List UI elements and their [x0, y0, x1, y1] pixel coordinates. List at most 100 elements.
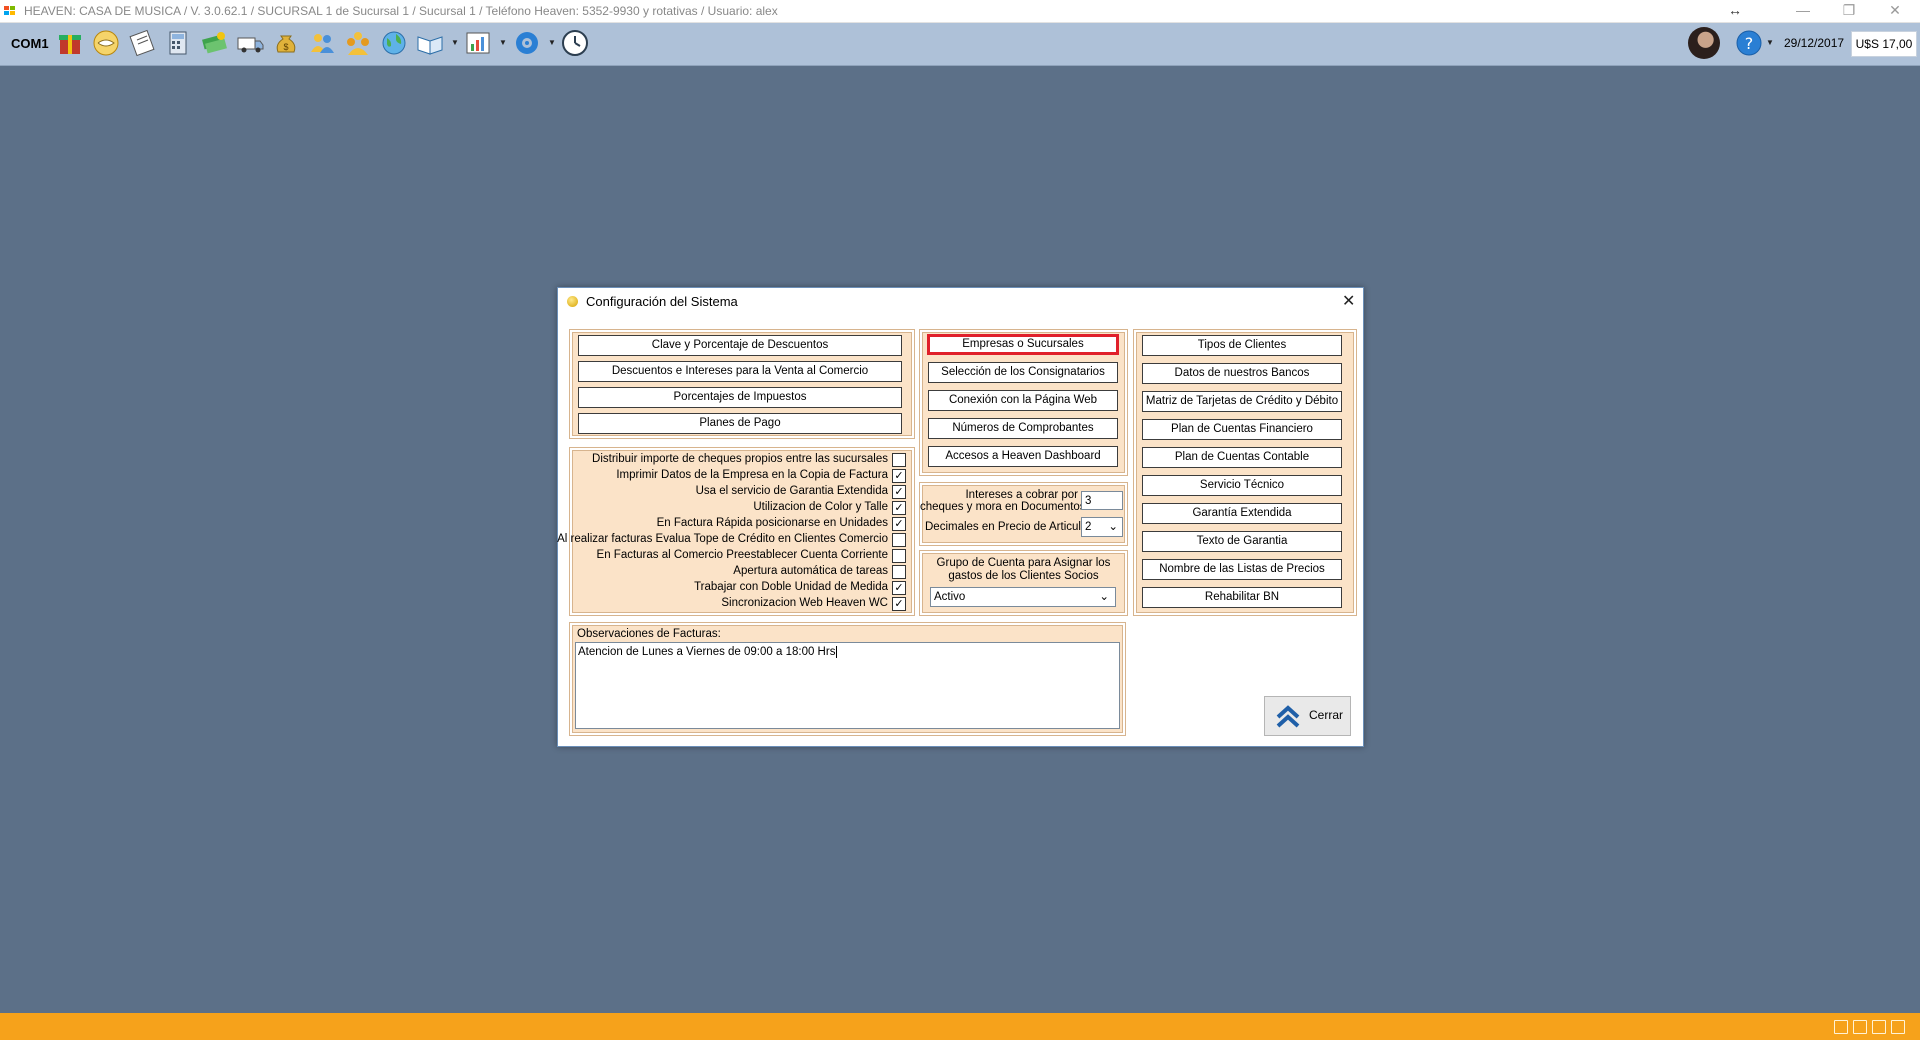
- svg-text:?: ?: [1745, 34, 1754, 53]
- minimize-button[interactable]: —: [1780, 0, 1826, 22]
- chart-dropdown-icon[interactable]: ▼: [499, 38, 507, 47]
- clients-config-panel: Tipos de Clientes Datos de nuestros Banc…: [1133, 329, 1357, 616]
- options-panel: Distribuir importe de cheques propios en…: [557, 447, 915, 616]
- dialog-title: Configuración del Sistema: [586, 294, 738, 309]
- option-checkbox[interactable]: ✓: [892, 597, 906, 611]
- taxes-button[interactable]: Porcentajes de Impuestos: [578, 387, 902, 408]
- current-date: 29/12/2017: [1784, 36, 1845, 50]
- chevron-down-icon: ⌄: [1099, 591, 1109, 603]
- window-title: HEAVEN: CASA DE MUSICA / V. 3.0.62.1 / S…: [24, 4, 778, 18]
- client-types-button[interactable]: Tipos de Clientes: [1142, 335, 1342, 356]
- company-panel: Empresas o Sucursales Selección de los C…: [919, 329, 1128, 476]
- option-row: Distribuir importe de cheques propios en…: [592, 453, 888, 465]
- option-checkbox[interactable]: [892, 549, 906, 563]
- restore-button[interactable]: ❐: [1826, 0, 1872, 22]
- option-checkbox[interactable]: ✓: [892, 517, 906, 531]
- bank-data-button[interactable]: Datos de nuestros Bancos: [1142, 363, 1342, 384]
- technical-service-button[interactable]: Servicio Técnico: [1142, 475, 1342, 496]
- option-row: Imprimir Datos de la Empresa en la Copia…: [616, 469, 888, 481]
- dialog-close-button[interactable]: ✕: [1342, 291, 1355, 311]
- option-row: En Facturas al Comercio Preestablecer Cu…: [596, 549, 888, 561]
- settings-dropdown-icon[interactable]: ▼: [548, 38, 556, 47]
- commerce-discounts-button[interactable]: Descuentos e Intereses para la Venta al …: [578, 361, 902, 382]
- option-row: En Factura Rápida posicionarse en Unidad…: [656, 517, 888, 529]
- warranty-text-button[interactable]: Texto de Garantia: [1142, 531, 1342, 552]
- option-row: Usa el servicio de Garantia Extendida: [695, 485, 888, 497]
- interest-input[interactable]: 3: [1081, 491, 1123, 510]
- decimals-label: Decimales en Precio de Articulos: [925, 521, 1094, 533]
- dashboard-access-button[interactable]: Accesos a Heaven Dashboard: [928, 446, 1118, 467]
- chevron-down-icon: ⌄: [1108, 521, 1118, 533]
- account-group-label: Grupo de Cuenta para Asignar los gastos d…: [936, 557, 1111, 582]
- consignees-button[interactable]: Selección de los Consignatarios: [928, 362, 1118, 383]
- receipt-numbers-button[interactable]: Números de Comprobantes: [928, 418, 1118, 439]
- option-checkbox[interactable]: [892, 565, 906, 579]
- handshake-icon[interactable]: [91, 28, 121, 58]
- option-checkbox[interactable]: ✓: [892, 485, 906, 499]
- close-dialog-button[interactable]: Cerrar: [1264, 696, 1351, 736]
- financial-accounts-button[interactable]: Plan de Cuentas Financiero: [1142, 419, 1342, 440]
- extended-warranty-button[interactable]: Garantía Extendida: [1142, 503, 1342, 524]
- config-dialog: Configuración del Sistema ✕ Clave y Porc…: [557, 287, 1364, 747]
- observations-label: Observaciones de Facturas:: [577, 628, 721, 640]
- settings-icon[interactable]: [512, 28, 542, 58]
- calculator-icon[interactable]: [163, 28, 193, 58]
- window-close-button[interactable]: ✕: [1872, 0, 1918, 22]
- globe-icon[interactable]: [379, 28, 409, 58]
- price-lists-button[interactable]: Nombre de las Listas de Precios: [1142, 559, 1342, 580]
- gift-icon[interactable]: [55, 28, 85, 58]
- status-bar: [0, 1013, 1920, 1040]
- decimals-select[interactable]: 2 ⌄: [1081, 517, 1123, 537]
- app-logo-icon: [4, 6, 16, 16]
- status-mail-icon[interactable]: [1853, 1020, 1867, 1034]
- option-row: Sincronizacion Web Heaven WC: [721, 597, 888, 609]
- observations-textarea[interactable]: Atencion de Lunes a Viernes de 09:00 a 1…: [575, 642, 1120, 729]
- clients-icon[interactable]: [343, 28, 373, 58]
- option-row: Utilizacion de Color y Talle: [753, 501, 888, 513]
- invoice-icon[interactable]: [127, 28, 157, 58]
- book-dropdown-icon[interactable]: ▼: [451, 38, 459, 47]
- main-toolbar: COM1 $ ▼ ▼ ▼ ? ▼ 29/12/2017 U$S 17,00: [0, 23, 1920, 66]
- option-checkbox[interactable]: [892, 533, 906, 547]
- dialog-coin-icon: [567, 296, 578, 307]
- companies-button[interactable]: Empresas o Sucursales: [927, 334, 1119, 355]
- option-row: Apertura automática de tareas: [733, 565, 888, 577]
- close-button-label: Cerrar: [1309, 708, 1344, 722]
- discounts-panel: Clave y Porcentaje de Descuentos Descuen…: [569, 329, 915, 439]
- status-document-icon[interactable]: [1834, 1020, 1848, 1034]
- payment-plans-button[interactable]: Planes de Pago: [578, 413, 902, 434]
- rehabilitate-bn-button[interactable]: Rehabilitar BN: [1142, 587, 1342, 608]
- card-matrix-button[interactable]: Matriz de Tarjetas de Crédito y Débito: [1142, 391, 1342, 412]
- clock-icon[interactable]: [560, 28, 590, 58]
- observations-panel: Observaciones de Facturas: Atencion de L…: [569, 622, 1126, 736]
- option-checkbox[interactable]: [892, 453, 906, 467]
- window-titlebar: HEAVEN: CASA DE MUSICA / V. 3.0.62.1 / S…: [0, 0, 1920, 23]
- web-connection-button[interactable]: Conexión con la Página Web: [928, 390, 1118, 411]
- exchange-rate: U$S 17,00: [1851, 31, 1917, 57]
- users-icon[interactable]: [307, 28, 337, 58]
- account-group-panel: Grupo de Cuenta para Asignar los gastos d…: [919, 550, 1128, 616]
- money-icon[interactable]: [199, 28, 229, 58]
- svg-text:$: $: [283, 42, 288, 52]
- help-dropdown-icon[interactable]: ▼: [1766, 38, 1774, 47]
- status-edit-icon[interactable]: [1891, 1020, 1905, 1034]
- book-icon[interactable]: [415, 28, 445, 58]
- money-bag-icon[interactable]: $: [271, 28, 301, 58]
- delivery-van-icon[interactable]: [235, 28, 265, 58]
- discount-key-button[interactable]: Clave y Porcentaje de Descuentos: [578, 335, 902, 356]
- option-checkbox[interactable]: ✓: [892, 581, 906, 595]
- interest-label: Intereses a cobrar por cheques y mora en …: [920, 489, 1086, 513]
- com-port-label: COM1: [11, 36, 49, 51]
- option-row: Trabajar con Doble Unidad de Medida: [694, 581, 888, 593]
- account-group-select[interactable]: Activo ⌄: [930, 587, 1116, 607]
- option-checkbox[interactable]: ✓: [892, 469, 906, 483]
- resize-arrows-icon[interactable]: ↔: [1728, 2, 1742, 18]
- user-avatar[interactable]: [1688, 27, 1720, 59]
- option-checkbox[interactable]: ✓: [892, 501, 906, 515]
- status-list-icon[interactable]: [1872, 1020, 1886, 1034]
- accounting-plan-button[interactable]: Plan de Cuentas Contable: [1142, 447, 1342, 468]
- help-icon[interactable]: ?: [1734, 28, 1764, 58]
- interest-panel: Intereses a cobrar por cheques y mora en …: [919, 482, 1128, 546]
- chart-icon[interactable]: [463, 28, 493, 58]
- double-chevron-up-icon: [1276, 705, 1300, 728]
